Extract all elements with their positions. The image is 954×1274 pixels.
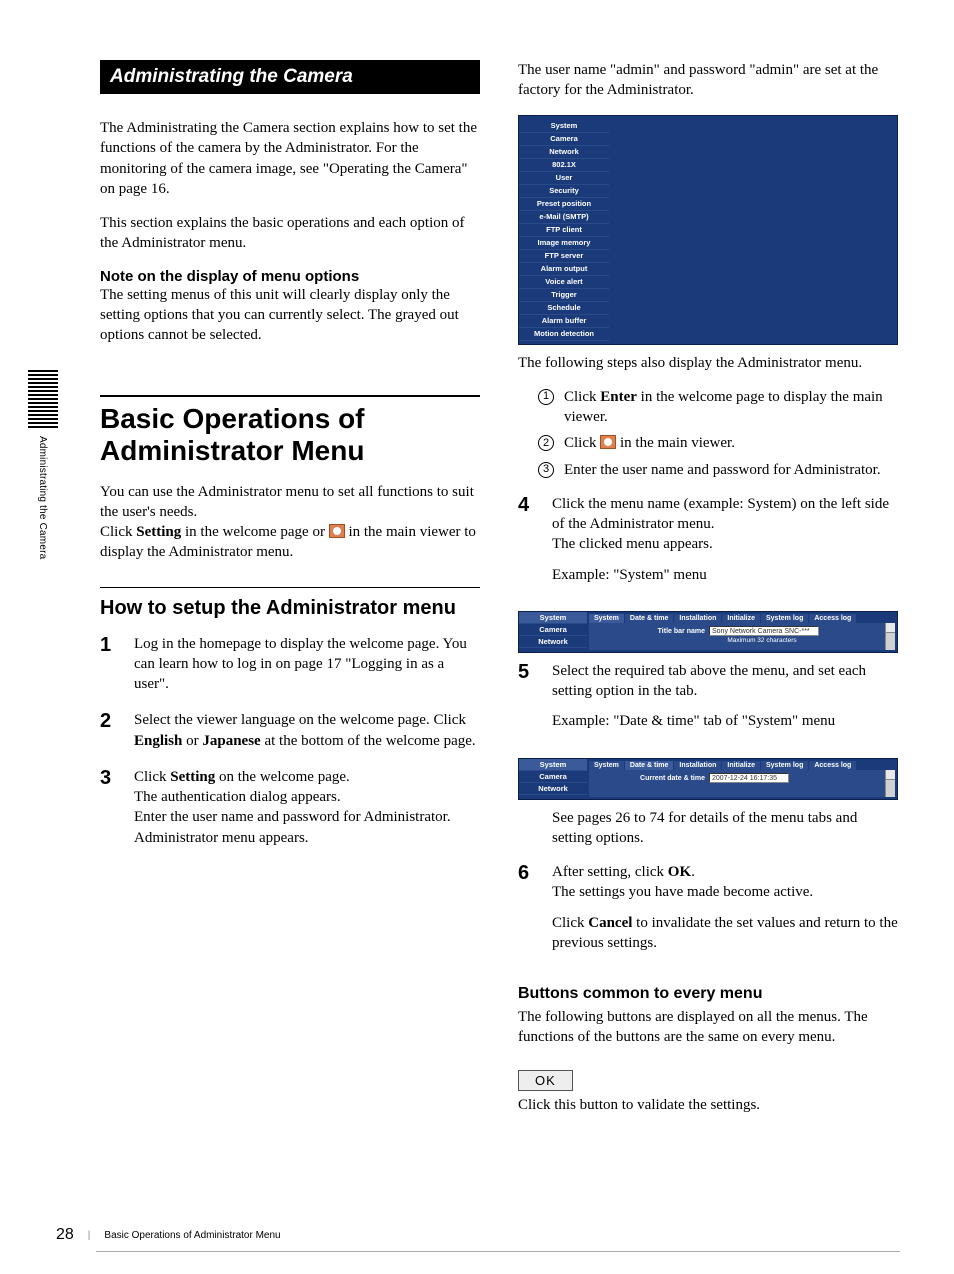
main-intro-b2: in the welcome page or [181,524,328,540]
admin-menu-item: User [519,172,609,185]
datetime-menu-screenshot: SystemCameraNetwork SystemDate & timeIns… [518,758,898,800]
admin-menu-screenshot: SystemCameraNetwork802.1XUserSecurityPre… [518,115,898,345]
admin-menu-item: e-Mail (SMTP) [519,211,609,224]
main-intro-a: You can use the Administrator menu to se… [100,484,474,520]
admin-menu-item: Schedule [519,302,609,315]
system-menu-screenshot: SystemCameraNetwork SystemDate & timeIns… [518,611,898,653]
admin-menu-item: Camera [519,133,609,146]
page-footer: 28 | Basic Operations of Administrator M… [56,1226,281,1244]
admin-menu-item: Alarm output [519,263,609,276]
tool-icon [600,435,616,449]
right-top: The user name "admin" and password "admi… [518,60,898,101]
step-6: 6 After setting, click OK.The settings y… [518,862,898,963]
scrollbar-icon [885,770,895,797]
buttons-heading: Buttons common to every menu [518,985,898,1003]
admin-menu-item: Preset position [519,198,609,211]
sub-step-2: 2 Click in the main viewer. [538,433,898,453]
admin-menu-item: System [519,120,609,133]
thin-rule [100,587,480,588]
admin-menu-item: 802.1X [519,159,609,172]
intro-2: This section explains the basic operatio… [100,213,480,254]
step-5-num: 5 [518,661,536,742]
footer-text: Basic Operations of Administrator Menu [104,1230,280,1241]
step-6-num: 6 [518,862,536,963]
note-heading: Note on the display of menu options [100,268,480,285]
sub-step-3: 3 Enter the user name and password for A… [538,460,898,480]
after-shot: The following steps also display the Adm… [518,353,898,373]
admin-menu-item: Alarm buffer [519,315,609,328]
ok-desc: Click this button to validate the settin… [518,1095,898,1115]
sub-title: How to setup the Administrator menu [100,596,480,620]
step-1: 1Log in the homepage to display the welc… [100,634,480,695]
admin-menu-list: SystemCameraNetwork802.1XUserSecurityPre… [519,116,609,344]
left-column: Administrating the Camera The Administra… [100,60,480,1129]
note-body: The setting menus of this unit will clea… [100,285,480,346]
intro-1: The Administrating the Camera section ex… [100,118,480,199]
admin-menu-item: FTP server [519,250,609,263]
side-tab-bars [28,370,58,430]
heavy-rule [100,395,480,397]
sub-step-1: 1 Click Enter in the welcome page to dis… [538,387,898,428]
side-tab: Administrating the Camera [28,370,62,630]
admin-menu-item: Motion detection [519,328,609,341]
main-intro-b1: Click [100,524,136,540]
step-5: 5 Select the required tab above the menu… [518,661,898,742]
admin-menu-item: Voice alert [519,276,609,289]
ok-button[interactable]: OK [518,1070,573,1091]
main-intro: You can use the Administrator menu to se… [100,482,480,563]
step-4-num: 4 [518,494,536,595]
admin-menu-item: Network [519,146,609,159]
step-4-example: Example: "System" menu [552,565,898,585]
admin-menu-item: Security [519,185,609,198]
step-5-detail: See pages 26 to 74 for details of the me… [552,808,898,849]
side-tab-label: Administrating the Camera [37,436,48,559]
step-5-example: Example: "Date & time" tab of "System" m… [552,711,898,731]
step-num: 1 [100,634,118,695]
admin-menu-blank [609,116,897,344]
buttons-body: The following buttons are displayed on a… [518,1007,898,1048]
step-num: 3 [100,767,118,848]
footer-rule [96,1251,900,1252]
step-num: 2 [100,710,118,751]
step-3: 3Click Setting on the welcome page.The a… [100,767,480,848]
tool-icon [329,524,345,538]
admin-menu-item: Trigger [519,289,609,302]
admin-menu-item: FTP client [519,224,609,237]
circle-3-icon: 3 [538,462,554,478]
setting-bold: Setting [136,524,181,540]
main-title: Basic Operations of Administrator Menu [100,403,480,467]
admin-menu-item: Image memory [519,237,609,250]
scrollbar-icon [885,623,895,650]
circle-1-icon: 1 [538,389,554,405]
right-column: The user name "admin" and password "admi… [518,60,898,1129]
page-number: 28 [56,1226,74,1244]
circle-2-icon: 2 [538,435,554,451]
step-2: 2Select the viewer language on the welco… [100,710,480,751]
step-4: 4 Click the menu name (example: System) … [518,494,898,595]
section-header: Administrating the Camera [100,60,480,94]
